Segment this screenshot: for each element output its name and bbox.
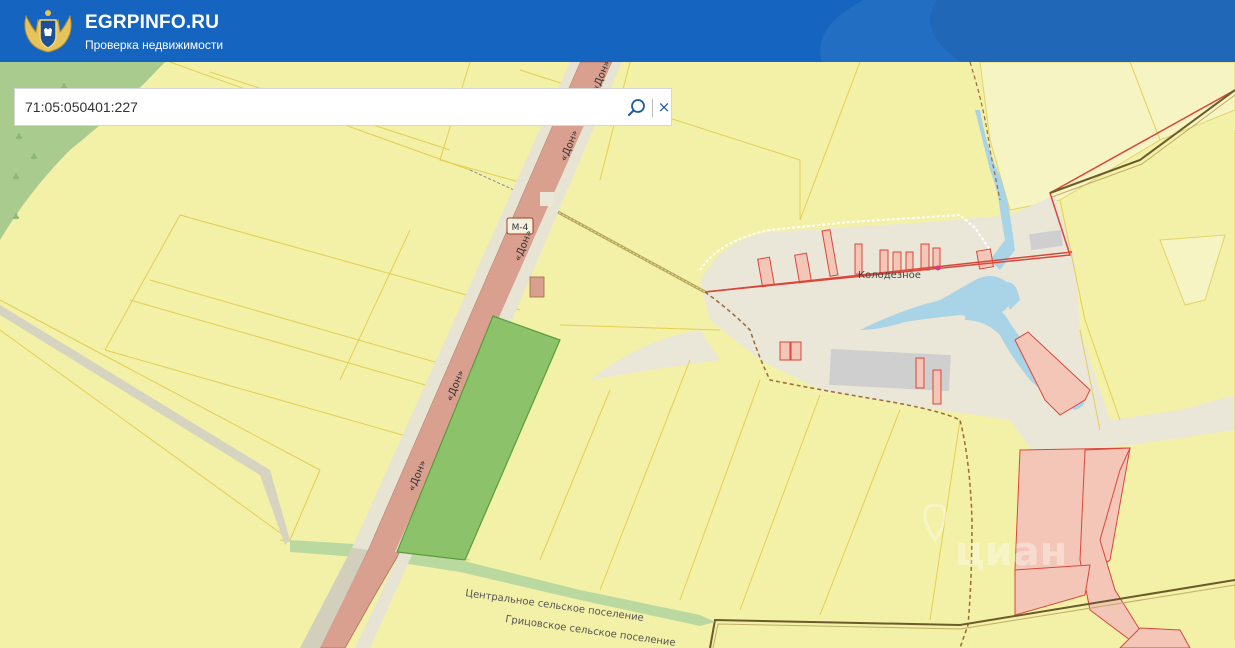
header-decoration [930,0,1235,62]
search-separator [652,99,653,117]
map-marker [935,265,941,271]
roadside-building [540,192,554,206]
roadside-building [529,276,545,298]
svg-text:♣: ♣ [15,133,23,143]
brand-subtitle: Проверка недвижимости [85,38,224,52]
svg-text:♣: ♣ [12,173,20,183]
cadastral-search-input[interactable] [15,89,615,125]
svg-text:♣: ♣ [12,213,20,223]
cadastral-map[interactable]: ♣♣♣♣♣♣ [0,62,1235,648]
brand-title[interactable]: EGRPINFO.RU [85,12,219,34]
eagle-emblem-icon[interactable] [20,6,76,56]
search-box: × [14,88,672,126]
village-label: Колодезное [858,270,921,281]
close-icon[interactable]: × [655,96,673,118]
search-icon[interactable] [627,98,647,118]
watermark-text: циан [955,529,1067,575]
svg-text:♣: ♣ [30,153,38,163]
header-bar: EGRPINFO.RU Проверка недвижимости [0,0,1235,62]
